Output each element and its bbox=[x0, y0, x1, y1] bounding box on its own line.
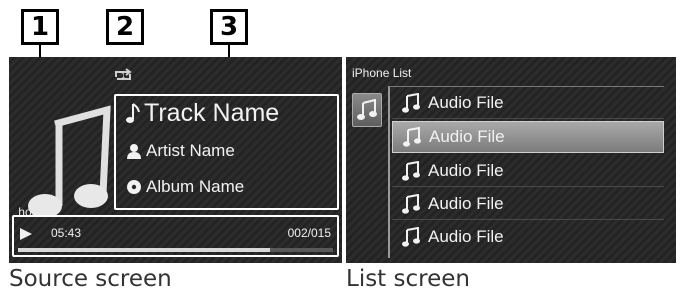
artist-name: Artist Name bbox=[146, 141, 235, 160]
track-info-box: Track Name Artist Name Album Name bbox=[114, 94, 339, 210]
list-item-label: Audio File bbox=[428, 160, 504, 180]
album-name-row: Album Name bbox=[126, 177, 244, 197]
list-item[interactable]: Audio File bbox=[392, 188, 664, 220]
audio-file-icon bbox=[402, 193, 420, 214]
callout-2: 2 bbox=[106, 9, 144, 45]
artist-icon bbox=[126, 143, 142, 159]
track-count: 002/015 bbox=[287, 226, 331, 240]
album-icon bbox=[126, 179, 142, 195]
list-item[interactable]: Audio File bbox=[392, 155, 664, 187]
list-item-selected[interactable]: Audio File bbox=[392, 121, 664, 153]
source-screen: hone 1 Track Name Artist Name Album Name bbox=[9, 57, 342, 263]
repeat-one-icon[interactable]: 1 bbox=[112, 66, 134, 84]
track-name-row: Track Name bbox=[126, 99, 279, 128]
music-note-icon bbox=[28, 105, 111, 217]
music-category-button[interactable] bbox=[352, 93, 382, 127]
audio-file-icon bbox=[402, 227, 420, 247]
playback-status-box: 05:43 002/015 bbox=[12, 215, 339, 257]
callout-1: 1 bbox=[21, 9, 59, 45]
audio-file-icon bbox=[402, 92, 420, 113]
music-category-icon bbox=[357, 99, 377, 120]
audio-file-icon bbox=[403, 127, 421, 147]
svg-text:1: 1 bbox=[121, 72, 125, 80]
music-note-icon bbox=[126, 102, 140, 125]
list-item[interactable]: Audio File bbox=[392, 221, 664, 253]
play-icon[interactable] bbox=[19, 227, 33, 241]
list-item-label: Audio File bbox=[428, 92, 504, 112]
album-name: Album Name bbox=[146, 177, 245, 196]
list-screen-caption: List screen bbox=[346, 266, 470, 292]
artist-name-row: Artist Name bbox=[126, 141, 235, 161]
callout-3: 3 bbox=[210, 9, 248, 45]
list-item-label: Audio File bbox=[429, 127, 505, 146]
progress-bar-fill bbox=[18, 248, 270, 252]
list-item-label: Audio File bbox=[428, 193, 504, 213]
list-screen: iPhone List Audio File Audio File Audio … bbox=[346, 57, 676, 263]
list-item[interactable]: Audio File bbox=[392, 87, 664, 119]
track-name: Track Name bbox=[144, 99, 280, 127]
list-title: iPhone List bbox=[352, 66, 412, 80]
list-item-label: Audio File bbox=[428, 227, 504, 246]
audio-file-icon bbox=[402, 160, 420, 181]
play-time: 05:43 bbox=[51, 226, 82, 240]
source-screen-caption: Source screen bbox=[9, 266, 172, 292]
progress-bar[interactable] bbox=[18, 248, 333, 252]
audio-file-list: Audio File Audio File Audio File Audio F… bbox=[388, 86, 664, 258]
